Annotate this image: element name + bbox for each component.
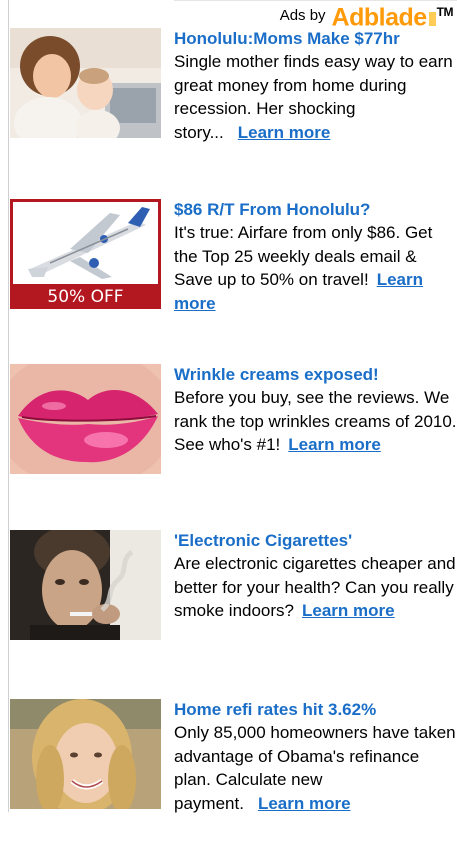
ad-item: Home refi rates hit 3.62% Only 85,000 ho… bbox=[10, 699, 457, 854]
ad-body: It's true: Airfare from only $86. Get th… bbox=[174, 221, 457, 315]
adblade-logo[interactable]: Adblade TM bbox=[332, 0, 454, 31]
left-border bbox=[8, 0, 9, 812]
learn-more-link[interactable]: Learn more bbox=[238, 123, 331, 142]
ad-headline[interactable]: Home refi rates hit 3.62% bbox=[174, 699, 457, 721]
learn-more-link[interactable]: Learn more bbox=[258, 794, 351, 813]
ad-item: Wrinkle creams exposed! Before you buy, … bbox=[10, 364, 457, 519]
ad-image-woman[interactable] bbox=[10, 699, 161, 809]
ad-copy: Wrinkle creams exposed! Before you buy, … bbox=[174, 364, 457, 457]
discount-badge: 50% OFF bbox=[47, 287, 124, 307]
ad-image-smoker[interactable] bbox=[10, 530, 161, 640]
ads-by-label: Ads by bbox=[279, 6, 326, 24]
ad-headline[interactable]: $86 R/T From Honolulu? bbox=[174, 199, 457, 221]
ad-item: Honolulu:Moms Make $77hr Single mother f… bbox=[10, 28, 457, 183]
ad-headline[interactable]: Wrinkle creams exposed! bbox=[174, 364, 457, 386]
learn-more-link[interactable]: Learn more bbox=[288, 435, 381, 454]
ad-copy: Honolulu:Moms Make $77hr Single mother f… bbox=[174, 28, 457, 144]
ad-image-lips[interactable] bbox=[10, 364, 161, 474]
ad-body: Single mother finds easy way to earn gre… bbox=[174, 50, 457, 144]
ad-body: Only 85,000 homeowners have taken advant… bbox=[174, 721, 457, 815]
ad-body: Are electronic cigarettes cheaper and be… bbox=[174, 552, 457, 623]
ad-headline[interactable]: 'Electronic Cigarettes' bbox=[174, 530, 457, 552]
learn-more-link[interactable]: Learn more bbox=[302, 601, 395, 620]
ad-copy: 'Electronic Cigarettes' Are electronic c… bbox=[174, 530, 457, 623]
ad-headline[interactable]: Honolulu:Moms Make $77hr bbox=[174, 28, 457, 50]
ads-by-header[interactable]: Ads by Adblade TM bbox=[279, 0, 454, 31]
logo-mark-icon bbox=[428, 12, 436, 27]
ad-body: Before you buy, see the reviews. We rank… bbox=[174, 386, 457, 457]
trademark-label: TM bbox=[436, 5, 454, 20]
ad-item: 50% OFF $86 R/T From Honolulu? It's true… bbox=[10, 199, 457, 354]
ad-item: 'Electronic Cigarettes' Are electronic c… bbox=[10, 530, 457, 685]
ad-copy: $86 R/T From Honolulu? It's true: Airfar… bbox=[174, 199, 457, 315]
ad-copy: Home refi rates hit 3.62% Only 85,000 ho… bbox=[174, 699, 457, 815]
ad-image-airplane[interactable]: 50% OFF bbox=[10, 199, 161, 309]
ad-image-mother-baby[interactable] bbox=[10, 28, 161, 138]
